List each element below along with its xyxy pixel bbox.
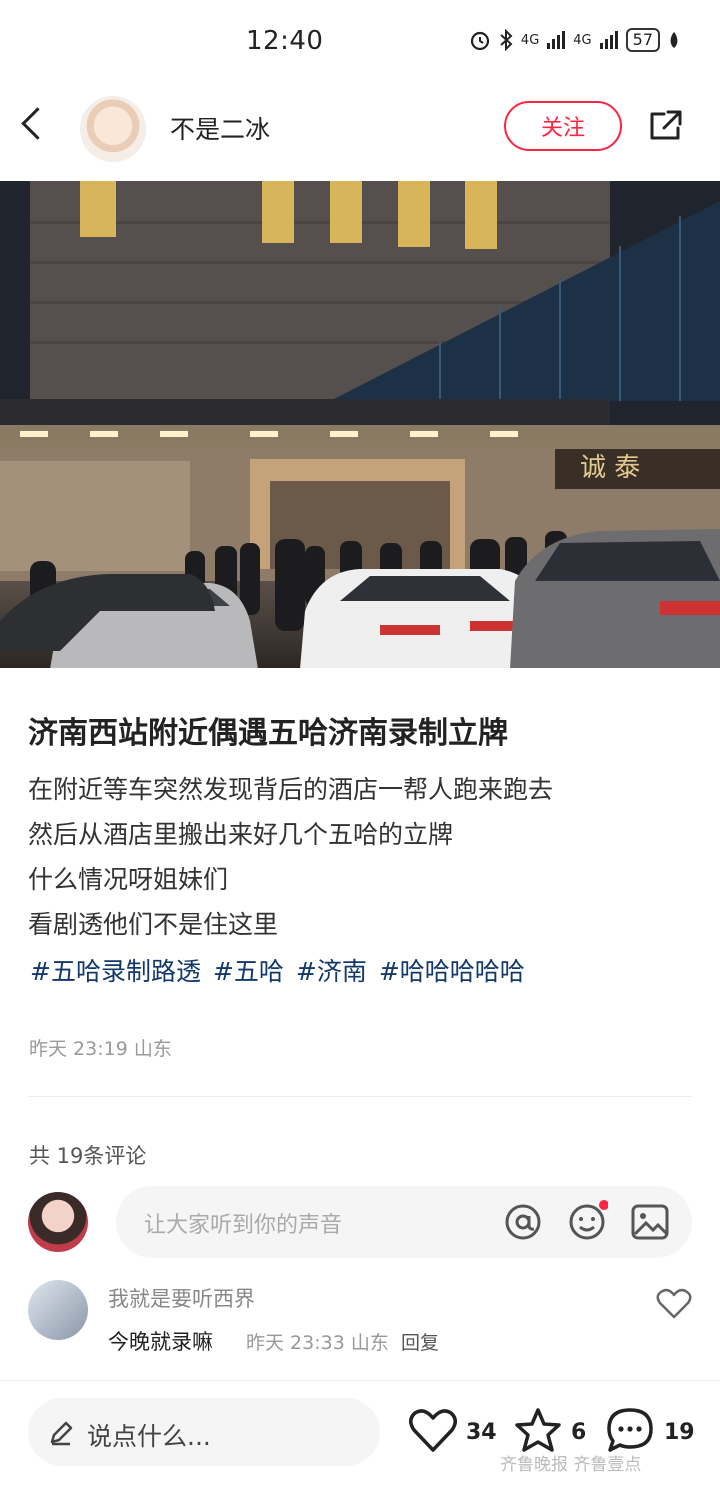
post-body-line: 然后从酒店里搬出来好几个五哈的立牌 bbox=[28, 820, 454, 849]
post-location: 山东 bbox=[133, 1038, 172, 1060]
comment-time: 昨天 23:33 bbox=[246, 1332, 345, 1354]
leaf-icon bbox=[670, 32, 678, 48]
mention-icon[interactable] bbox=[503, 1202, 543, 1242]
tag-link[interactable]: #济南 bbox=[296, 952, 367, 988]
battery-icon: 57 bbox=[625, 28, 660, 52]
author-avatar[interactable] bbox=[80, 96, 146, 162]
tag-link[interactable]: #五哈 bbox=[213, 952, 284, 988]
comment-author[interactable]: 我就是要听西界 bbox=[108, 1283, 255, 1313]
status-icons: 4G 4G 57 bbox=[469, 28, 680, 52]
comment-count-bar: 19 bbox=[664, 1420, 695, 1445]
hotel-night-photo: 诚 泰 bbox=[0, 181, 720, 668]
signal-icon bbox=[547, 31, 566, 49]
post-body-line: 在附近等车突然发现背后的酒店一帮人跑来跑去 bbox=[28, 775, 554, 804]
post-photo[interactable]: 诚 泰 bbox=[0, 181, 720, 668]
network-label-2: 4G bbox=[573, 32, 592, 48]
comment-icon[interactable] bbox=[604, 1406, 656, 1456]
emoji-icon[interactable] bbox=[566, 1200, 608, 1242]
tag-link[interactable]: #哈哈哈哈哈 bbox=[379, 952, 525, 988]
status-time: 12:40 bbox=[246, 26, 324, 56]
hotel-sign: 诚 泰 bbox=[580, 453, 640, 483]
post-time: 昨天 23:19 bbox=[29, 1038, 128, 1060]
reply-button[interactable]: 回复 bbox=[401, 1328, 439, 1355]
alarm-icon bbox=[470, 31, 490, 51]
watermark: 齐鲁晚报 齐鲁壹点 bbox=[500, 1455, 642, 1475]
comment-avatar[interactable] bbox=[28, 1280, 88, 1340]
post-title: 济南西站附近偶遇五哈济南录制立牌 bbox=[28, 716, 508, 751]
divider bbox=[28, 1096, 692, 1097]
like-count: 34 bbox=[466, 1420, 497, 1445]
comment-text: 今晚就录嘛 bbox=[108, 1330, 213, 1354]
post-body-line: 看剧透他们不是住这里 bbox=[28, 910, 279, 939]
share-icon[interactable] bbox=[648, 108, 684, 144]
follow-button[interactable]: 关注 bbox=[504, 101, 622, 151]
collect-count: 6 bbox=[571, 1420, 587, 1445]
like-icon[interactable] bbox=[408, 1408, 458, 1454]
comment-count: 共 19条评论 bbox=[29, 1144, 147, 1168]
comment-like-icon[interactable] bbox=[656, 1288, 692, 1320]
comment-input-placeholder[interactable]: 让大家听到你的声音 bbox=[144, 1207, 342, 1239]
bluetooth-icon bbox=[500, 29, 513, 51]
comment-meta: 昨天 23:33 山东 bbox=[246, 1328, 389, 1355]
pencil-icon bbox=[50, 1421, 73, 1446]
back-icon[interactable] bbox=[21, 107, 54, 140]
comment-location: 山东 bbox=[350, 1332, 389, 1354]
say-placeholder[interactable]: 说点什么... bbox=[87, 1417, 211, 1453]
my-avatar bbox=[28, 1192, 88, 1252]
post-tags: #五哈录制路透 #五哈 #济南 #哈哈哈哈哈 bbox=[30, 952, 525, 988]
network-label-1: 4G bbox=[520, 32, 540, 48]
post-body-line: 什么情况呀姐妹们 bbox=[28, 865, 229, 894]
post-meta: 昨天 23:19 山东 bbox=[29, 1034, 172, 1061]
image-icon[interactable] bbox=[630, 1202, 670, 1242]
collect-icon[interactable] bbox=[512, 1406, 564, 1456]
signal-icon bbox=[599, 31, 618, 49]
author-name[interactable]: 不是二冰 bbox=[170, 110, 270, 146]
tag-link[interactable]: #五哈录制路透 bbox=[30, 952, 201, 988]
